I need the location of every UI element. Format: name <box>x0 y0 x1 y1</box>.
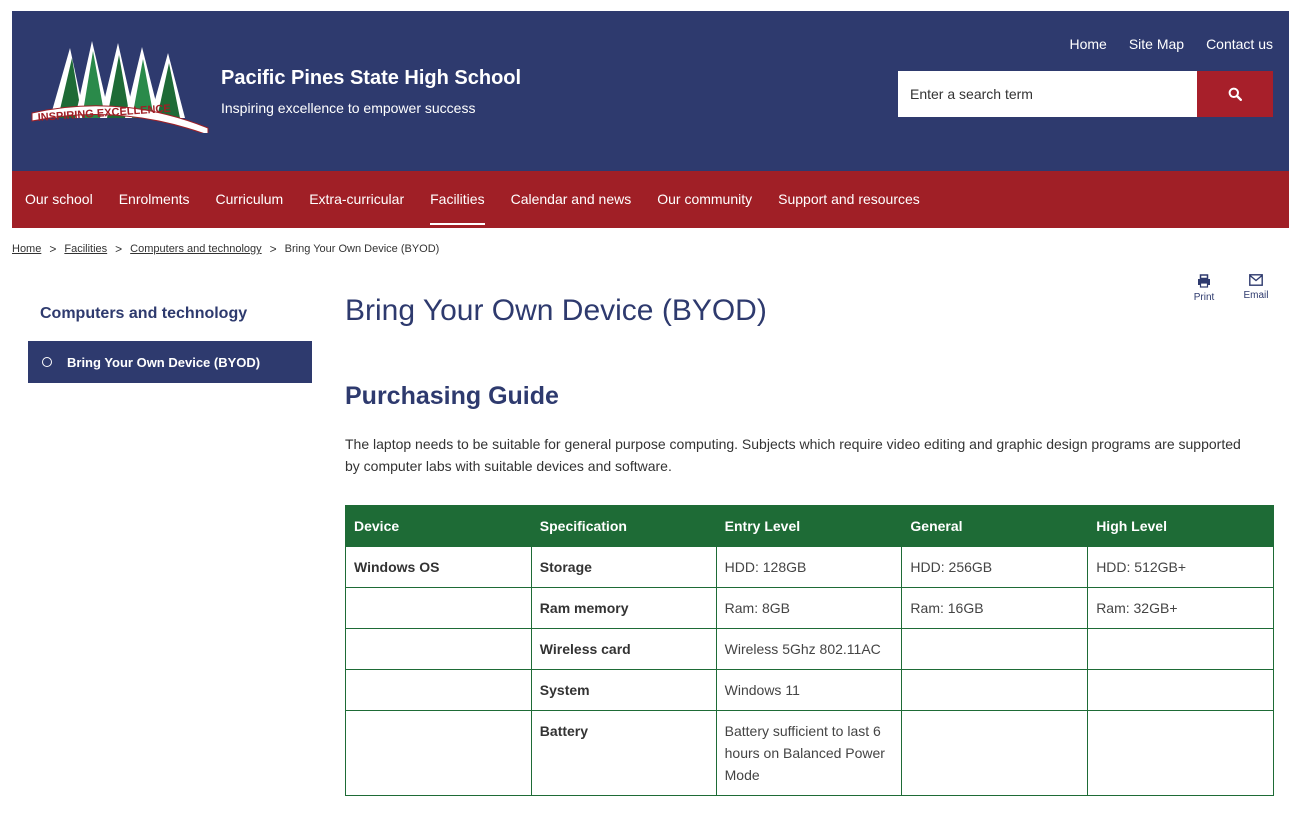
search-bar <box>898 71 1273 117</box>
breadcrumb-facilities[interactable]: Facilities <box>64 243 107 255</box>
nav-calendar-and-news[interactable]: Calendar and news <box>498 171 645 228</box>
nav-our-school[interactable]: Our school <box>12 171 106 228</box>
table-cell: Battery sufficient to last 6 hours on Ba… <box>715 710 903 796</box>
sidebar-item-label: Bring Your Own Device (BYOD) <box>67 354 261 370</box>
table-cell: Battery <box>530 710 717 796</box>
school-tagline: Inspiring excellence to empower success <box>221 100 476 116</box>
table-cell: Ram: 8GB <box>715 587 903 629</box>
nav-our-community[interactable]: Our community <box>644 171 765 228</box>
school-logo[interactable]: INSPIRING EXCELLENCE <box>30 33 210 133</box>
nav-extra-curricular[interactable]: Extra-curricular <box>296 171 417 228</box>
table-cell: Storage <box>530 546 717 588</box>
sidebar-title[interactable]: Computers and technology <box>40 305 247 323</box>
email-button[interactable]: Email <box>1236 274 1276 301</box>
intro-text: The laptop needs to be suitable for gene… <box>345 436 1241 474</box>
column-header: Entry Level <box>715 505 903 547</box>
nav-support-and-resources[interactable]: Support and resources <box>765 171 933 228</box>
school-name[interactable]: Pacific Pines State High School <box>221 67 521 90</box>
top-link-home[interactable]: Home <box>1069 36 1106 52</box>
sidebar-item-byod[interactable]: Bring Your Own Device (BYOD) <box>28 341 312 383</box>
table-row: Windows OS Storage HDD: 128GB HDD: 256GB… <box>345 546 1274 588</box>
table-cell: Windows 11 <box>715 669 903 711</box>
chevron-right-icon: > <box>269 242 277 256</box>
column-header: High Level <box>1087 505 1274 547</box>
search-input[interactable] <box>898 71 1197 117</box>
table-cell: Wireless 5Ghz 802.11AC <box>715 628 903 670</box>
circle-bullet-icon <box>42 357 52 367</box>
table-cell: Wireless card <box>530 628 717 670</box>
email-label: Email <box>1243 290 1269 301</box>
table-cell: Ram memory <box>530 587 717 629</box>
table-cell: HDD: 128GB <box>715 546 903 588</box>
table-cell <box>1087 710 1274 796</box>
section-heading: Purchasing Guide <box>345 382 559 410</box>
table-cell <box>901 628 1089 670</box>
table-cell: System <box>530 669 717 711</box>
main-nav: Our school Enrolments Curriculum Extra-c… <box>12 171 1289 228</box>
table-cell: HDD: 256GB <box>901 546 1089 588</box>
chevron-right-icon: > <box>115 242 123 256</box>
breadcrumb-home[interactable]: Home <box>12 243 41 255</box>
table-cell: HDD: 512GB+ <box>1087 546 1274 588</box>
top-link-contact-us[interactable]: Contact us <box>1206 36 1273 52</box>
breadcrumb-current: Bring Your Own Device (BYOD) <box>284 243 440 255</box>
table-cell <box>901 669 1089 711</box>
nav-curriculum[interactable]: Curriculum <box>203 171 297 228</box>
purchasing-guide-table: Device Specification Entry Level General… <box>345 505 1274 796</box>
utility-links: Home Site Map Contact us <box>1069 36 1273 52</box>
breadcrumb: Home > Facilities > Computers and techno… <box>12 242 439 256</box>
search-icon <box>1228 87 1242 101</box>
table-cell <box>1087 669 1274 711</box>
column-header: Specification <box>530 505 717 547</box>
table-row: Wireless card Wireless 5Ghz 802.11AC <box>345 628 1274 670</box>
nav-facilities[interactable]: Facilities <box>417 171 497 228</box>
top-link-site-map[interactable]: Site Map <box>1129 36 1184 52</box>
page-title: Bring Your Own Device (BYOD) <box>345 294 767 327</box>
table-cell: Windows OS <box>345 546 532 588</box>
column-header: General <box>901 505 1089 547</box>
envelope-icon <box>1249 274 1263 286</box>
table-cell <box>1087 628 1274 670</box>
table-cell: Ram: 16GB <box>901 587 1089 629</box>
table-row: Ram memory Ram: 8GB Ram: 16GB Ram: 32GB+ <box>345 587 1274 629</box>
table-header-row: Device Specification Entry Level General… <box>345 505 1274 547</box>
table-cell <box>901 710 1089 796</box>
printer-icon <box>1198 274 1210 288</box>
site-header: INSPIRING EXCELLENCE Pacific Pines State… <box>12 11 1289 171</box>
table-row: System Windows 11 <box>345 669 1274 711</box>
table-row: Battery Battery sufficient to last 6 hou… <box>345 710 1274 796</box>
nav-enrolments[interactable]: Enrolments <box>106 171 203 228</box>
search-button[interactable] <box>1197 71 1273 117</box>
breadcrumb-computers-and-technology[interactable]: Computers and technology <box>130 243 261 255</box>
chevron-right-icon: > <box>49 242 57 256</box>
print-button[interactable]: Print <box>1184 274 1224 303</box>
table-cell: Ram: 32GB+ <box>1087 587 1274 629</box>
table-cell <box>345 628 532 670</box>
table-cell <box>345 669 532 711</box>
print-label: Print <box>1193 292 1215 303</box>
column-header: Device <box>345 505 532 547</box>
table-cell <box>345 587 532 629</box>
table-cell <box>345 710 532 796</box>
